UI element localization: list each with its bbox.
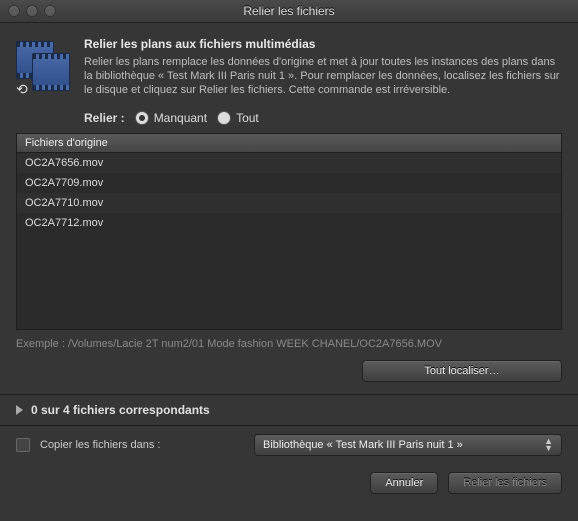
relink-label: Relier : bbox=[84, 111, 125, 125]
copy-destination-value: Bibliothèque « Test Mark III Paris nuit … bbox=[263, 439, 463, 451]
copy-files-checkbox[interactable] bbox=[16, 438, 30, 452]
relink-files-button[interactable]: Relier les fichiers bbox=[448, 472, 562, 494]
table-row[interactable]: OC2A7656.mov bbox=[17, 153, 561, 173]
original-files-table: Fichiers d'origine OC2A7656.mov OC2A7709… bbox=[16, 133, 562, 330]
cancel-button[interactable]: Annuler bbox=[370, 472, 438, 494]
copy-files-label: Copier les fichiers dans : bbox=[40, 439, 160, 451]
relink-media-icon: ⟲ bbox=[16, 41, 70, 95]
relink-all-label: Tout bbox=[236, 111, 259, 125]
relink-missing-label: Manquant bbox=[154, 111, 207, 125]
window-title: Relier les fichiers bbox=[0, 4, 578, 18]
disclosure-triangle-icon[interactable] bbox=[16, 405, 23, 415]
relink-mode-row: Relier : Manquant Tout bbox=[84, 111, 562, 125]
updown-arrows-icon: ▲▼ bbox=[544, 438, 553, 452]
relink-all-radio[interactable]: Tout bbox=[217, 111, 259, 125]
titlebar: Relier les fichiers bbox=[0, 0, 578, 23]
header-body: Relier les plans remplace les données d'… bbox=[84, 55, 562, 97]
table-row[interactable]: OC2A7710.mov bbox=[17, 193, 561, 213]
example-path: Exemple : /Volumes/Lacie 2T num2/01 Mode… bbox=[16, 338, 562, 350]
locate-all-button[interactable]: Tout localiser… bbox=[362, 360, 562, 382]
matching-files-row[interactable]: 0 sur 4 fichiers correspondants bbox=[16, 395, 562, 425]
table-header: Fichiers d'origine bbox=[17, 134, 561, 153]
radio-icon bbox=[135, 111, 149, 125]
table-body: OC2A7656.mov OC2A7709.mov OC2A7710.mov O… bbox=[17, 153, 561, 233]
radio-icon bbox=[217, 111, 231, 125]
copy-destination-select[interactable]: Bibliothèque « Test Mark III Paris nuit … bbox=[254, 434, 562, 456]
header: ⟲ Relier les plans aux fichiers multiméd… bbox=[16, 37, 562, 133]
matching-files-label: 0 sur 4 fichiers correspondants bbox=[31, 403, 210, 417]
table-row[interactable]: OC2A7709.mov bbox=[17, 173, 561, 193]
table-row[interactable]: OC2A7712.mov bbox=[17, 213, 561, 233]
relink-missing-radio[interactable]: Manquant bbox=[135, 111, 207, 125]
header-title: Relier les plans aux fichiers multimédia… bbox=[84, 37, 562, 51]
